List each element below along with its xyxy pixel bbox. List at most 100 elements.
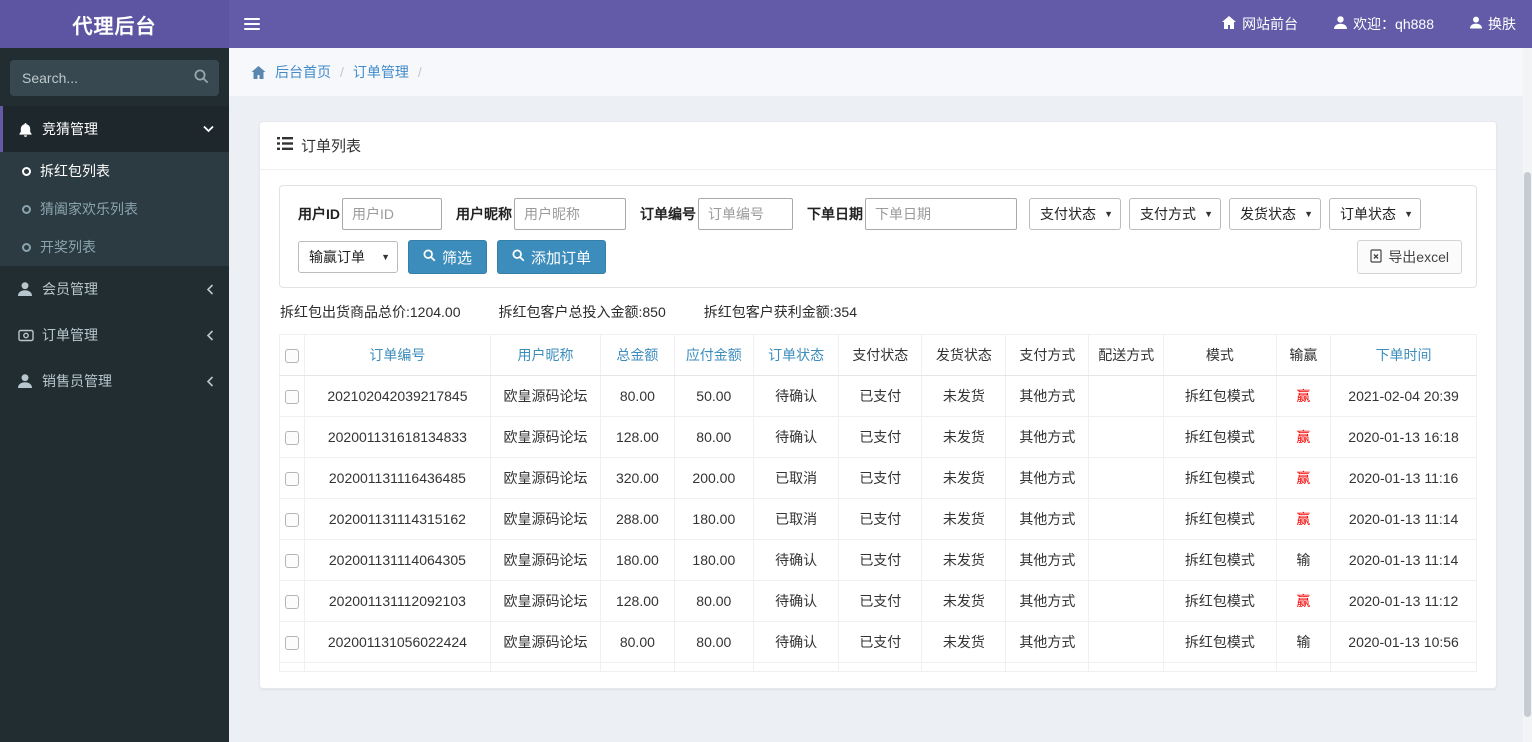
- stat-total-profit: 拆红包客户获利金额:354: [703, 304, 857, 320]
- cell-order_no: 202102042039217845: [303, 375, 491, 417]
- sidebar-search-input[interactable]: [10, 60, 219, 96]
- sidebar-item-lottery-list[interactable]: 开奖列表: [0, 228, 229, 266]
- cell-result: 赢: [1275, 498, 1332, 540]
- cell-order_status: 待确认: [753, 621, 840, 663]
- site-front-link[interactable]: 网站前台: [1222, 14, 1298, 34]
- row-checkbox[interactable]: [284, 513, 299, 528]
- column-header-order_status[interactable]: 订单状态: [753, 334, 840, 376]
- cell-total: 80.00: [600, 621, 675, 663]
- add-order-button[interactable]: 添加订单: [497, 240, 607, 274]
- column-header-time[interactable]: 下单时间: [1330, 334, 1477, 376]
- cell-result: 输: [1275, 621, 1332, 663]
- scrollbar-thumb[interactable]: [1524, 172, 1531, 717]
- column-header-total[interactable]: 总金额: [600, 334, 675, 376]
- sidebar-item-quiz-management[interactable]: 竞猜管理: [0, 106, 229, 152]
- cell-nickname: 欧皇源码论坛: [489, 580, 602, 622]
- table-spacer-row: [279, 662, 1477, 672]
- order-list-panel: 订单列表 用户ID 用户昵称 订单编号 下单日期 支付状态: [259, 121, 1497, 689]
- cell-mode: 拆红包模式: [1163, 539, 1277, 581]
- change-skin-button[interactable]: 换肤: [1470, 14, 1516, 34]
- cell-order_no: 202001131056022424: [303, 621, 491, 663]
- welcome-user[interactable]: 欢迎：qh888: [1334, 14, 1434, 34]
- cell-pay_status: 已支付: [838, 375, 923, 417]
- user-id-input[interactable]: [342, 198, 442, 230]
- cell-time: 2020-01-13 16:18: [1330, 416, 1477, 458]
- sidebar-toggle-button[interactable]: [229, 0, 275, 48]
- column-header-payable[interactable]: 应付金额: [673, 334, 755, 376]
- order-table-head-row: 订单编号 用户昵称 总金额 应付金额 订单状态 支付状态 发货状态 支付方式 配送方式 模式 输赢下…: [279, 334, 1477, 376]
- cell-ship_status: 未发货: [921, 457, 1007, 499]
- card-icon: [18, 329, 42, 342]
- cell-payable: 180.00: [673, 498, 755, 540]
- order-date-input[interactable]: [865, 198, 1017, 230]
- column-header-delivery: 配送方式: [1088, 334, 1165, 376]
- breadcrumb-home-link[interactable]: 后台首页: [275, 62, 331, 82]
- breadcrumb-current-link[interactable]: 订单管理: [353, 62, 409, 82]
- cell-total: 288.00: [600, 498, 675, 540]
- sidebar-item-order-management[interactable]: 订单管理: [0, 312, 229, 358]
- pay-method-select[interactable]: 支付方式: [1129, 198, 1221, 230]
- cell-order_no: 202001131618134833: [303, 416, 491, 458]
- cell-result: 输: [1275, 539, 1332, 581]
- table-row: 202001131114064305 欧皇源码论坛 180.00 180.00 待确认已…: [279, 539, 1477, 581]
- search-icon[interactable]: [194, 69, 209, 87]
- sidebar-item-red-packet-list[interactable]: 拆红包列表: [0, 152, 229, 190]
- pay-status-select[interactable]: 支付状态: [1029, 198, 1121, 230]
- ship-status-select[interactable]: 发货状态: [1229, 198, 1321, 230]
- row-checkbox[interactable]: [284, 390, 299, 405]
- filter-form: 用户ID 用户昵称 订单编号 下单日期 支付状态 支付方式 发货状态: [279, 185, 1477, 288]
- cell-ship_status: 未发货: [921, 539, 1007, 581]
- app-logo[interactable]: 代理后台: [0, 0, 229, 48]
- row-checkbox[interactable]: [284, 595, 299, 610]
- cell-order_no: 202001131116436485: [303, 457, 491, 499]
- order-no-input[interactable]: [698, 198, 793, 230]
- cell-time: 2020-01-13 10:56: [1330, 621, 1477, 663]
- win-lose-select[interactable]: 输赢订单: [298, 241, 398, 273]
- export-excel-button[interactable]: 导出excel: [1357, 240, 1462, 274]
- row-checkbox[interactable]: [284, 472, 299, 487]
- cell-ship_status: 未发货: [921, 375, 1007, 417]
- column-header-nickname[interactable]: 用户昵称: [489, 334, 602, 376]
- cell-delivery: [1088, 580, 1165, 622]
- select-all-checkbox[interactable]: [284, 349, 299, 364]
- cell-pay_method: 其他方式: [1005, 375, 1090, 417]
- sidebar-item-family-fun-list[interactable]: 猜阖家欢乐列表: [0, 190, 229, 228]
- cell-payable: 80.00: [673, 621, 755, 663]
- cell-mode: 拆红包模式: [1163, 375, 1277, 417]
- cell-total: 128.00: [600, 416, 675, 458]
- row-checkbox[interactable]: [284, 554, 299, 569]
- table-row: 202001131618134833 欧皇源码论坛 128.00 80.00 待确认 已支…: [279, 416, 1477, 458]
- order-status-select[interactable]: 订单状态: [1329, 198, 1421, 230]
- row-checkbox[interactable]: [284, 431, 299, 446]
- nickname-label: 用户昵称: [456, 206, 512, 222]
- cell-nickname: 欧皇源码论坛: [489, 416, 602, 458]
- cell-order_no: 202001131112092103: [303, 580, 491, 622]
- cell-time: 2020-01-13 11:16: [1330, 457, 1477, 499]
- sidebar-item-member-management[interactable]: 会员管理: [0, 266, 229, 312]
- circle-icon: [22, 242, 31, 252]
- user-icon: [1334, 16, 1348, 32]
- cell-delivery: [1088, 375, 1165, 417]
- cell-pay_method: 其他方式: [1005, 498, 1090, 540]
- cell-order_status: 待确认: [753, 375, 840, 417]
- user-icon: [18, 374, 42, 388]
- cell-result: 赢: [1275, 457, 1332, 499]
- cell-order_status: 待确认: [753, 539, 840, 581]
- order-date-label: 下单日期: [807, 206, 863, 222]
- nickname-input[interactable]: [514, 198, 626, 230]
- sidebar-item-salesperson-management[interactable]: 销售员管理: [0, 358, 229, 404]
- circle-icon: [22, 204, 31, 214]
- bell-icon: [18, 122, 42, 137]
- cell-delivery: [1088, 416, 1165, 458]
- cell-nickname: 欧皇源码论坛: [489, 621, 602, 663]
- filter-button[interactable]: 筛选: [408, 240, 488, 274]
- cell-payable: 80.00: [673, 580, 755, 622]
- cell-pay_status: 已支付: [838, 539, 923, 581]
- chevron-down-icon: [203, 125, 214, 133]
- cell-ship_status: 未发货: [921, 580, 1007, 622]
- row-checkbox[interactable]: [284, 636, 299, 651]
- cell-total: 128.00: [600, 580, 675, 622]
- cell-order_no: 202001131114064305: [303, 539, 491, 581]
- column-header-order_no[interactable]: 订单编号: [303, 334, 491, 376]
- cell-mode: 拆红包模式: [1163, 621, 1277, 663]
